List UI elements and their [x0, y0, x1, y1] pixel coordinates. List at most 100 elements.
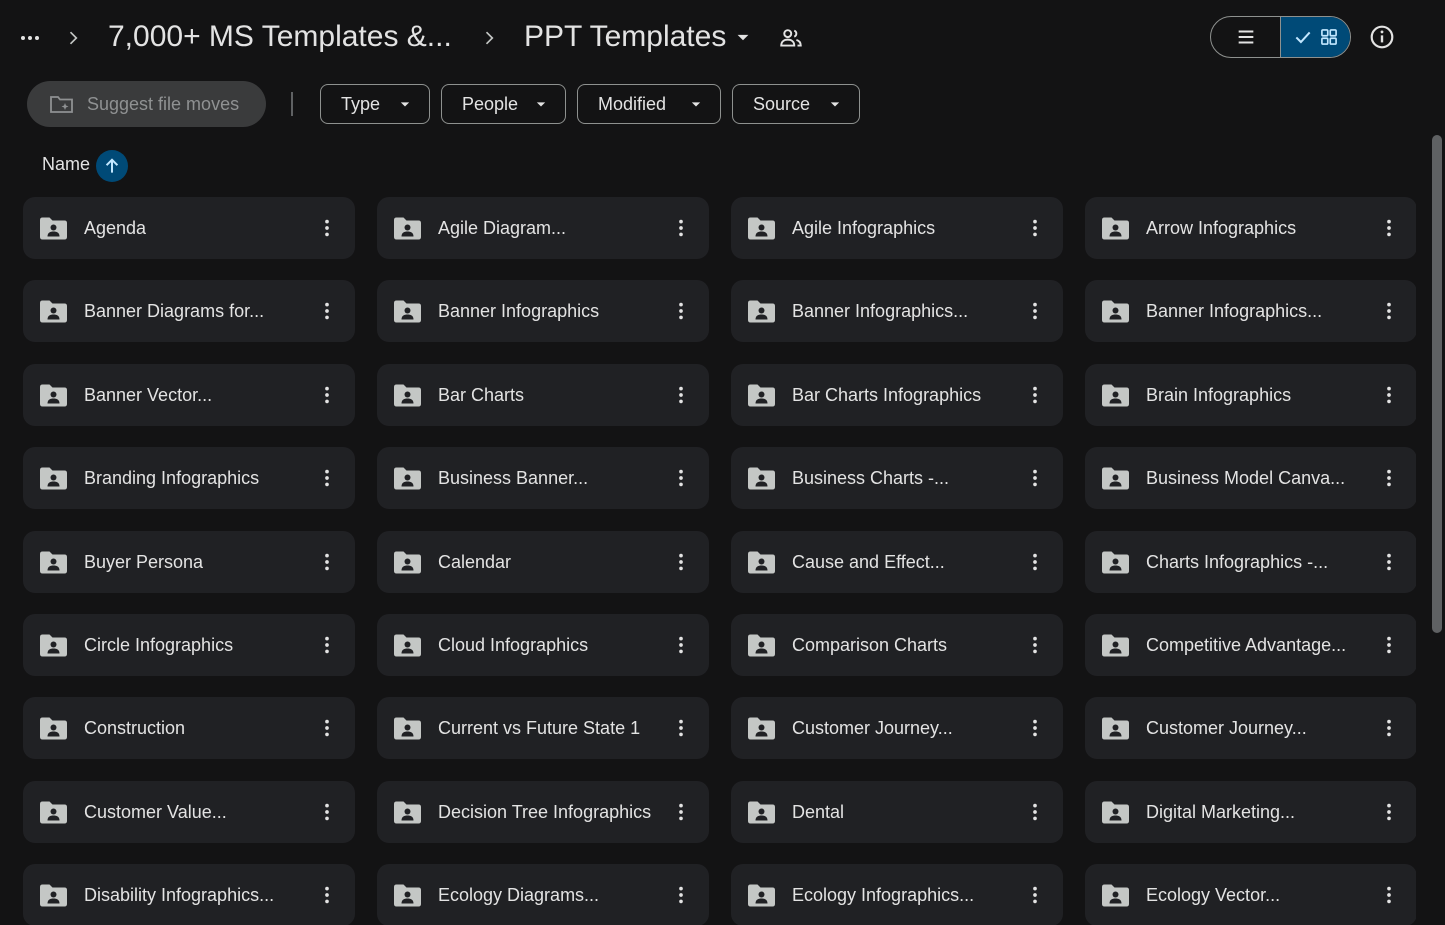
more-vert-icon	[679, 886, 683, 904]
folder-more-actions-button[interactable]	[663, 210, 699, 246]
folder-card[interactable]: Customer Value...	[23, 781, 355, 843]
folder-more-actions-button[interactable]	[1017, 794, 1053, 830]
folder-card[interactable]: Ecology Infographics...	[731, 864, 1063, 925]
folder-more-actions-button[interactable]	[1017, 210, 1053, 246]
filter-chip-people[interactable]: People	[441, 84, 566, 124]
folder-more-actions-button[interactable]	[663, 544, 699, 580]
folder-card[interactable]: Construction	[23, 697, 355, 759]
filter-chip-type[interactable]: Type	[320, 84, 430, 124]
folder-more-actions-button[interactable]	[309, 293, 345, 329]
shared-folder-icon	[1102, 800, 1129, 824]
list-view-button[interactable]	[1211, 17, 1281, 57]
folder-more-actions-button[interactable]	[1017, 710, 1053, 746]
folder-more-actions-button[interactable]	[309, 710, 345, 746]
folder-card[interactable]: Agile Diagram...	[377, 197, 709, 259]
folder-card[interactable]: Competitive Advantage...	[1085, 614, 1416, 676]
folder-more-actions-button[interactable]	[309, 794, 345, 830]
folder-more-actions-button[interactable]	[309, 377, 345, 413]
folder-more-actions-button[interactable]	[1017, 377, 1053, 413]
breadcrumb-more-button[interactable]	[12, 20, 48, 56]
folder-card[interactable]: Bar Charts Infographics	[731, 364, 1063, 426]
folder-card[interactable]: Banner Vector...	[23, 364, 355, 426]
folder-card[interactable]: Disability Infographics...	[23, 864, 355, 925]
folder-more-actions-button[interactable]	[309, 460, 345, 496]
folder-name: Digital Marketing...	[1146, 801, 1296, 822]
sort-direction-button[interactable]	[96, 150, 128, 182]
folder-more-actions-button[interactable]	[663, 627, 699, 663]
folder-card[interactable]: Customer Journey...	[731, 697, 1063, 759]
folder-more-actions-button[interactable]	[1371, 877, 1407, 913]
folder-card[interactable]: Agile Infographics	[731, 197, 1063, 259]
folder-card[interactable]: Bar Charts	[377, 364, 709, 426]
folder-card[interactable]: Buyer Persona	[23, 531, 355, 593]
folder-more-actions-button[interactable]	[309, 544, 345, 580]
folder-card[interactable]: Arrow Infographics	[1085, 197, 1416, 259]
shared-folder-icon	[1102, 466, 1129, 490]
folder-card[interactable]: Comparison Charts	[731, 614, 1063, 676]
filter-chip-label: People	[462, 93, 519, 114]
folder-more-actions-button[interactable]	[1371, 710, 1407, 746]
grid-view-button[interactable]	[1281, 17, 1350, 57]
folder-card[interactable]: Cause and Effect...	[731, 531, 1063, 593]
folder-more-actions-button[interactable]	[1017, 293, 1053, 329]
folder-more-actions-button[interactable]	[1017, 877, 1053, 913]
details-info-button[interactable]	[1362, 17, 1402, 57]
more-vert-icon	[1387, 469, 1391, 487]
folder-card[interactable]: Cloud Infographics	[377, 614, 709, 676]
filter-chip-modified[interactable]: Modified	[577, 84, 721, 124]
folder-more-actions-button[interactable]	[663, 877, 699, 913]
folder-card[interactable]: Banner Infographics...	[731, 280, 1063, 342]
folder-more-actions-button[interactable]	[663, 794, 699, 830]
folder-more-actions-button[interactable]	[1371, 293, 1407, 329]
folder-card[interactable]: Current vs Future State 1	[377, 697, 709, 759]
more-vert-icon	[325, 636, 329, 654]
folder-more-actions-button[interactable]	[1371, 544, 1407, 580]
folder-card[interactable]: Decision Tree Infographics	[377, 781, 709, 843]
folder-card[interactable]: Dental	[731, 781, 1063, 843]
folder-more-actions-button[interactable]	[1371, 377, 1407, 413]
sort-by-name-label[interactable]: Name	[42, 154, 90, 175]
folder-more-actions-button[interactable]	[1017, 544, 1053, 580]
suggest-file-moves-button[interactable]: Suggest file moves	[27, 81, 266, 127]
folder-more-actions-button[interactable]	[663, 460, 699, 496]
folder-card[interactable]: Banner Diagrams for...	[23, 280, 355, 342]
folder-card[interactable]: Agenda	[23, 197, 355, 259]
folder-more-actions-button[interactable]	[1017, 460, 1053, 496]
folder-more-actions-button[interactable]	[309, 877, 345, 913]
folder-card[interactable]: Banner Infographics	[377, 280, 709, 342]
shared-folder-icon	[748, 299, 775, 323]
filter-chip-source[interactable]: Source	[732, 84, 860, 124]
folder-card[interactable]: Calendar	[377, 531, 709, 593]
folder-name: Brain Infographics	[1146, 384, 1292, 405]
folder-name: Disability Infographics...	[84, 884, 275, 905]
folder-card[interactable]: Digital Marketing...	[1085, 781, 1416, 843]
folder-card[interactable]: Business Charts -...	[731, 447, 1063, 509]
folder-more-actions-button[interactable]	[1371, 460, 1407, 496]
folder-card[interactable]: Circle Infographics	[23, 614, 355, 676]
folder-more-actions-button[interactable]	[309, 627, 345, 663]
folder-card[interactable]: Business Banner...	[377, 447, 709, 509]
folder-card[interactable]: Ecology Vector...	[1085, 864, 1416, 925]
shared-folder-icon	[40, 800, 67, 824]
folder-more-actions-button[interactable]	[1371, 627, 1407, 663]
folder-more-actions-button[interactable]	[663, 377, 699, 413]
suggest-file-moves-label: Suggest file moves	[87, 93, 240, 114]
scrollbar-thumb[interactable]	[1432, 135, 1442, 633]
folder-card[interactable]: Charts Infographics -...	[1085, 531, 1416, 593]
folder-card[interactable]: Business Model Canva...	[1085, 447, 1416, 509]
folder-card[interactable]: Banner Infographics...	[1085, 280, 1416, 342]
folder-more-actions-button[interactable]	[309, 210, 345, 246]
more-vert-icon	[1033, 553, 1037, 571]
folder-card[interactable]: Branding Infographics	[23, 447, 355, 509]
folder-card[interactable]: Brain Infographics	[1085, 364, 1416, 426]
folder-more-actions-button[interactable]	[663, 293, 699, 329]
folder-more-actions-button[interactable]	[1371, 794, 1407, 830]
folder-more-actions-button[interactable]	[663, 710, 699, 746]
folder-card[interactable]: Ecology Diagrams...	[377, 864, 709, 925]
folder-more-actions-button[interactable]	[1371, 210, 1407, 246]
folder-more-actions-button[interactable]	[1017, 627, 1053, 663]
folder-card[interactable]: Customer Journey...	[1085, 697, 1416, 759]
breadcrumb-current-folder[interactable]: PPT Templates	[516, 14, 764, 60]
folder-name: Cause and Effect...	[792, 551, 945, 572]
breadcrumb-parent-folder[interactable]: 7,000+ MS Templates &...	[100, 14, 460, 60]
